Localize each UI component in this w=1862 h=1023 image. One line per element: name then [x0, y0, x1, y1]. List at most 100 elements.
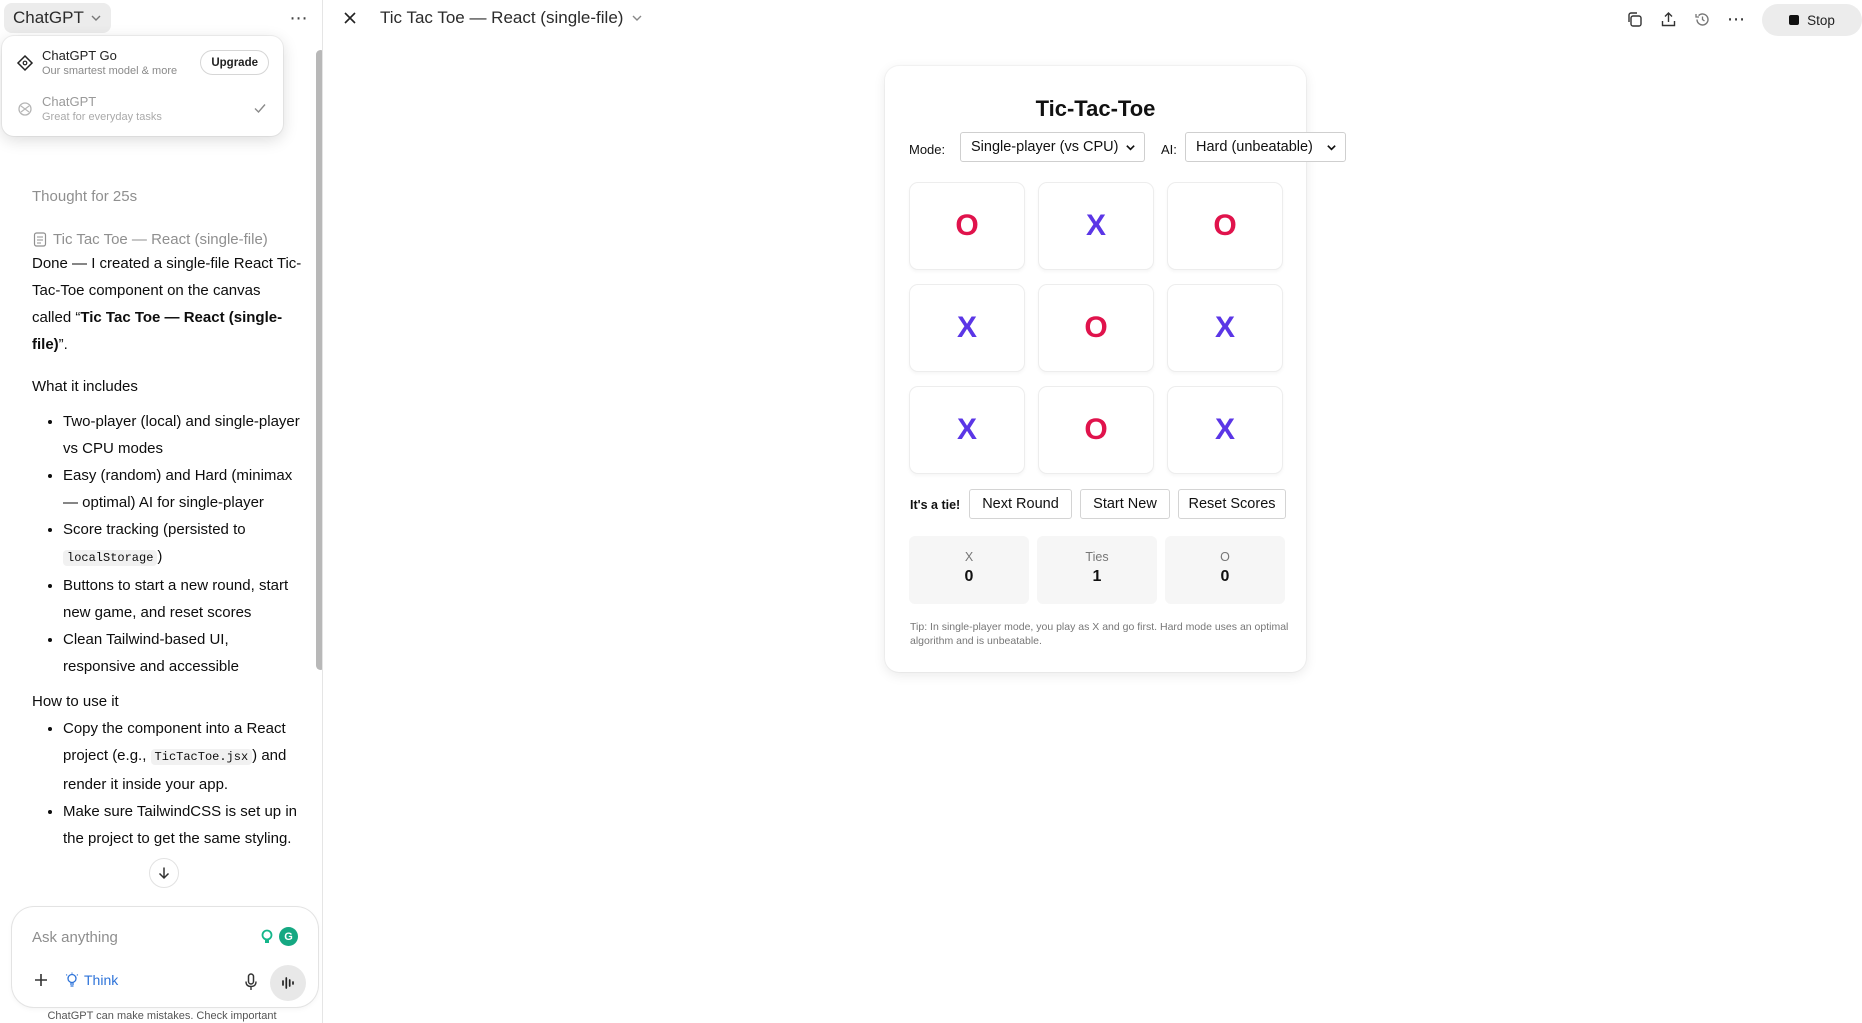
arrow-down-icon	[158, 867, 170, 880]
score-value: 1	[1092, 568, 1102, 585]
chat-scrollbar[interactable]	[316, 50, 322, 670]
composer: G Think	[12, 907, 318, 1007]
chevron-down-icon	[91, 15, 101, 21]
model-switcher-label: ChatGPT	[13, 8, 84, 27]
board-cell[interactable]: X	[1167, 284, 1283, 372]
lightbulb-icon	[65, 972, 79, 987]
list-item-text: Score tracking (persisted to	[63, 521, 246, 538]
document-icon	[33, 232, 47, 247]
score-label: Ties	[1085, 550, 1109, 564]
share-icon	[1661, 11, 1675, 26]
list-item: Make sure TailwindCSS is set up in the p…	[63, 798, 302, 852]
microphone-icon	[245, 973, 257, 990]
history-icon	[1694, 12, 1709, 26]
score-o: O 0	[1165, 536, 1285, 604]
stop-button[interactable]: Stop	[1762, 4, 1862, 36]
chevron-down-icon	[1126, 144, 1135, 151]
includes-list: Two-player (local) and single-player vs …	[32, 408, 302, 680]
copy-button[interactable]	[1623, 8, 1645, 30]
score-label: X	[964, 550, 974, 564]
list-item: Two-player (local) and single-player vs …	[63, 408, 302, 462]
scroll-to-bottom-button[interactable]	[149, 858, 179, 888]
score-value: 0	[1220, 568, 1230, 585]
intro-suffix: ”.	[58, 336, 68, 353]
list-item-text: )	[157, 548, 163, 565]
grammarly-icon[interactable]: G	[279, 927, 298, 946]
menu-item-subtitle: Our smartest model & more	[42, 65, 178, 77]
next-round-button[interactable]: Next Round	[969, 489, 1072, 519]
version-history-button[interactable]	[1691, 8, 1713, 30]
share-button[interactable]	[1657, 8, 1679, 30]
dictate-button[interactable]	[240, 971, 262, 993]
stop-icon	[1789, 15, 1800, 25]
think-toggle-button[interactable]: Think	[64, 972, 118, 988]
composer-input[interactable]	[32, 929, 232, 946]
model-menu: ChatGPT Go Our smartest model & more Upg…	[2, 36, 283, 136]
stop-label: Stop	[1807, 12, 1835, 28]
board-cell[interactable]: O	[1038, 386, 1154, 474]
list-item: Copy the component into a React project …	[63, 715, 302, 798]
board-cell[interactable]: O	[1167, 182, 1283, 270]
inline-code: localStorage	[63, 550, 158, 566]
canvas-title-dropdown[interactable]: Tic Tac Toe — React (single-file)	[380, 8, 643, 28]
chevron-down-icon	[1327, 144, 1336, 151]
chevron-down-icon	[632, 15, 642, 21]
chat-panel: ChatGPT ⋯ ChatGPT Go Our smartest model …	[0, 0, 323, 1023]
close-canvas-button[interactable]	[340, 8, 360, 28]
list-item: Score tracking (persisted to localStorag…	[63, 516, 302, 572]
copy-icon	[1627, 11, 1642, 27]
board-cell[interactable]: O	[1038, 284, 1154, 372]
list-item: Easy (random) and Hard (minimax — optima…	[63, 462, 302, 516]
thought-duration-label[interactable]: Thought for 25s	[32, 188, 137, 205]
game-title: Tic-Tac-Toe	[1035, 96, 1156, 121]
canvas-document-title: Tic Tac Toe — React (single-file)	[53, 231, 268, 248]
upgrade-button[interactable]: Upgrade	[200, 50, 269, 75]
check-icon	[254, 104, 266, 114]
diamond-icon	[16, 54, 34, 72]
add-attachment-button[interactable]	[30, 971, 52, 993]
more-options-icon[interactable]: ⋯	[1725, 8, 1747, 30]
tic-tac-toe-card: Tic-Tac-Toe Mode: Single-player (vs CPU)…	[885, 66, 1346, 672]
board-cell[interactable]: X	[1167, 386, 1283, 474]
reset-scores-button[interactable]: Reset Scores	[1178, 489, 1286, 519]
voice-mode-button[interactable]	[270, 965, 306, 1001]
think-label: Think	[84, 972, 119, 988]
lightbulb-extension-icon[interactable]	[257, 927, 276, 946]
board-cell[interactable]: X	[909, 386, 1025, 474]
menu-item-chatgpt-go[interactable]: ChatGPT Go Our smartest model & more Upg…	[2, 40, 283, 86]
ai-label: AI:	[1161, 142, 1177, 157]
start-new-button[interactable]: Start New	[1080, 489, 1170, 519]
mode-select-value: Single-player (vs CPU)	[971, 139, 1119, 155]
menu-item-title: ChatGPT	[42, 94, 97, 109]
score-ties: Ties 1	[1037, 536, 1157, 604]
voice-waveform-icon	[282, 977, 294, 989]
list-item: Clean Tailwind-based UI, responsive and …	[63, 626, 302, 680]
list-item: Buttons to start a new round, start new …	[63, 572, 302, 626]
howto-heading: How to use it	[32, 693, 119, 710]
chat-scroll-area[interactable]: Thought for 25s Tic Tac Toe — React (sin…	[0, 140, 320, 880]
board-cell[interactable]: O	[909, 182, 1025, 270]
howto-list: Copy the component into a React project …	[32, 715, 302, 852]
menu-item-chatgpt[interactable]: ChatGPT Great for everyday tasks	[2, 86, 283, 132]
mode-label: Mode:	[909, 142, 946, 157]
model-switcher[interactable]: ChatGPT	[4, 3, 111, 33]
assistant-message: Done — I created a single-file React Tic…	[32, 250, 302, 860]
score-label: O	[1220, 550, 1230, 564]
tip-text: Tip: In single-player mode, you play as …	[910, 621, 1289, 647]
mode-select[interactable]: Single-player (vs CPU)	[960, 132, 1145, 162]
menu-item-title: ChatGPT Go	[42, 48, 117, 63]
includes-heading: What it includes	[32, 378, 138, 395]
plus-icon	[35, 974, 47, 986]
disclaimer-text: ChatGPT can make mistakes. Check importa…	[47, 1010, 277, 1022]
openai-logo-icon	[18, 102, 32, 116]
message-intro: Done — I created a single-file React Tic…	[32, 250, 302, 358]
menu-item-subtitle: Great for everyday tasks	[42, 111, 162, 123]
canvas-document-link[interactable]: Tic Tac Toe — React (single-file)	[33, 231, 268, 248]
more-options-icon[interactable]: ⋯	[287, 8, 311, 28]
ai-difficulty-select[interactable]: Hard (unbeatable)	[1185, 132, 1346, 162]
board-cell[interactable]: X	[909, 284, 1025, 372]
ai-select-value: Hard (unbeatable)	[1196, 139, 1313, 155]
board-cell[interactable]: X	[1038, 182, 1154, 270]
score-x: X 0	[909, 536, 1029, 604]
close-icon	[344, 12, 356, 24]
